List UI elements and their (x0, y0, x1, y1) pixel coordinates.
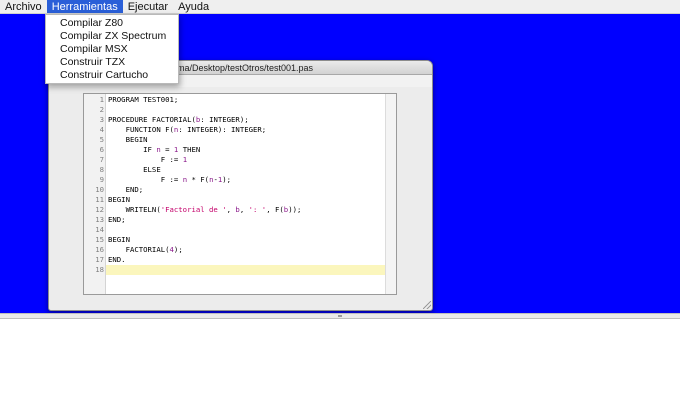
code-line: END. (108, 255, 126, 264)
code-line: END; (108, 185, 144, 194)
code-line: END; (108, 215, 126, 224)
menu-ayuda[interactable]: Ayuda (173, 0, 214, 13)
code-line: ELSE (108, 165, 161, 174)
code-text-area[interactable]: PROGRAM TEST001; PROCEDURE FACTORIAL(b: … (106, 94, 386, 294)
menu-item-compilar-msx[interactable]: Compilar MSX (46, 43, 178, 56)
menu-item-compilar-z80[interactable]: Compilar Z80 (46, 17, 178, 30)
line-number: 8 (99, 165, 104, 174)
menu-item-construir-tzx[interactable]: Construir TZX (46, 56, 178, 69)
menu-ejecutar[interactable]: Ejecutar (123, 0, 173, 13)
line-number: 5 (99, 135, 104, 144)
code-line: BEGIN (108, 195, 130, 204)
divider-grip-icon (338, 315, 342, 317)
code-line: FACTORIAL(4); (108, 245, 183, 254)
line-number: 9 (99, 175, 104, 184)
code-line: F := 1 (108, 155, 188, 164)
code-line: F := n * F(n-1); (108, 175, 232, 184)
line-number: 10 (95, 185, 104, 194)
resize-grip-icon[interactable] (423, 301, 431, 309)
menu-item-compilar-zx-spectrum[interactable]: Compilar ZX Spectrum (46, 30, 178, 43)
line-number: 16 (95, 245, 104, 254)
line-number: 2 (99, 105, 104, 114)
app-menubar: Archivo Herramientas Ejecutar Ayuda (0, 0, 680, 14)
herramientas-dropdown-menu: Compilar Z80 Compilar ZX Spectrum Compil… (45, 14, 179, 84)
line-number: 18 (95, 265, 104, 274)
line-number: 11 (95, 195, 104, 204)
line-number: 15 (95, 235, 104, 244)
line-number-gutter: 1 2 3 4 5 6 7 8 9 10 11 12 13 14 15 16 1… (84, 94, 106, 294)
code-line: BEGIN (108, 235, 130, 244)
line-number: 12 (95, 205, 104, 214)
line-number: 4 (99, 125, 104, 134)
code-line: FUNCTION F(n: INTEGER): INTEGER; (108, 125, 267, 134)
code-line: IF n = 1 THEN (108, 145, 201, 154)
line-number: 3 (99, 115, 104, 124)
menu-item-construir-cartucho[interactable]: Construir Cartucho (46, 69, 178, 82)
menu-herramientas[interactable]: Herramientas (46, 0, 123, 13)
code-line: PROCEDURE FACTORIAL(b: INTEGER); (108, 115, 249, 124)
line-number: 1 (99, 95, 104, 104)
current-line-highlight (106, 265, 386, 275)
code-line: PROGRAM TEST001; (108, 95, 179, 104)
editor-window: plima/Desktop/testOtros/test001.pas Edit… (48, 60, 433, 311)
code-line: BEGIN (108, 135, 148, 144)
output-panel[interactable] (0, 319, 680, 407)
vertical-scrollbar[interactable] (385, 94, 396, 294)
line-number: 17 (95, 255, 104, 264)
line-number: 6 (99, 145, 104, 154)
code-line: WRITELN('Factorial de ', b, ': ', F(b)); (108, 205, 302, 214)
menu-archivo[interactable]: Archivo (0, 0, 47, 13)
line-number: 7 (99, 155, 104, 164)
line-number: 14 (95, 225, 104, 234)
code-editor[interactable]: 1 2 3 4 5 6 7 8 9 10 11 12 13 14 15 16 1… (83, 93, 397, 295)
line-number: 13 (95, 215, 104, 224)
